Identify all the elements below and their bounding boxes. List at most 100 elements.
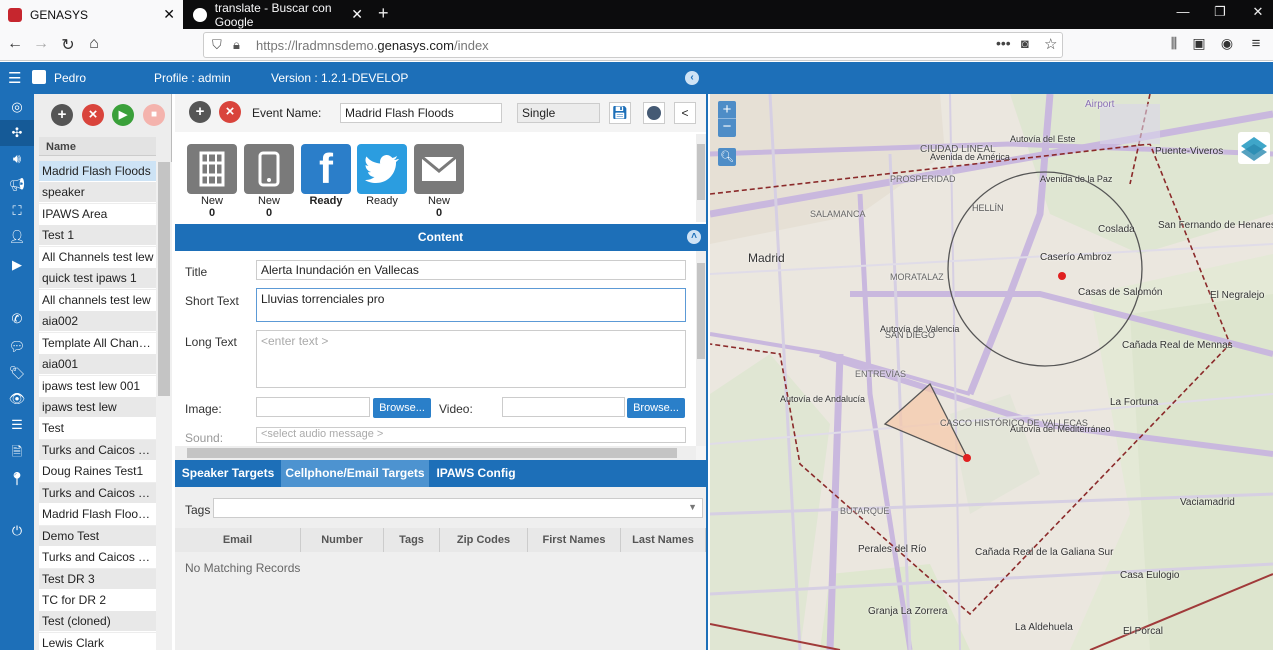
channel-speaker[interactable]: New 0 (186, 144, 238, 219)
play-event-button[interactable]: ▶ (112, 104, 134, 126)
sound-select[interactable]: <select audio message > (256, 427, 686, 443)
library-icon[interactable]: ⫼ (1163, 35, 1185, 52)
sidebar-icon[interactable]: ▣ (1188, 35, 1210, 52)
more-icon[interactable]: ••• (996, 35, 1011, 51)
column-header-tags[interactable]: Tags (384, 528, 440, 552)
image-browse-button[interactable]: Browse... (373, 398, 431, 418)
list-item[interactable]: Test (39, 418, 156, 440)
chevron-up-icon[interactable]: ˄ (687, 230, 701, 244)
list-item[interactable]: quick test ipaws 1 (39, 268, 156, 290)
panel-separator[interactable] (706, 62, 708, 650)
account-icon[interactable]: ◉ (1216, 35, 1238, 52)
remove-channel-button[interactable]: × (219, 101, 241, 123)
column-header-last-names[interactable]: Last Names (621, 528, 706, 552)
video-browse-button[interactable]: Browse... (627, 398, 685, 418)
video-input[interactable] (502, 397, 625, 417)
close-tab-icon[interactable]: ✕ (351, 6, 363, 23)
add-channel-button[interactable]: + (189, 101, 211, 123)
megaphone-icon[interactable]: 📢︎ (0, 172, 34, 198)
lock-icon[interactable]: 🔒︎ (233, 37, 240, 53)
list-item[interactable]: Test DR 3 (39, 568, 156, 590)
list-item[interactable]: Doug Raines Test1 (39, 461, 156, 483)
image-input[interactable] (256, 397, 370, 417)
collapse-panel-icon[interactable]: ‹ (685, 71, 699, 85)
column-header-number[interactable]: Number (301, 528, 384, 552)
title-input[interactable]: Alerta Inundación en Vallecas (256, 260, 686, 280)
tab-cellphone-email-targets[interactable]: Cellphone/Email Targets (281, 460, 429, 487)
speaker-nav-icon[interactable]: 🔊︎ (0, 146, 34, 172)
save-icon[interactable]: 💾︎ (609, 102, 631, 124)
short-text-input[interactable]: Lluvias torrenciales pro (256, 288, 686, 322)
list-item[interactable]: Turks and Caicos Test (39, 547, 156, 569)
list-item[interactable]: speaker (39, 182, 156, 204)
channel-scroll-thumb[interactable] (697, 144, 705, 200)
form-hscroll-thumb[interactable] (187, 448, 677, 458)
stop-event-button[interactable]: ■ (143, 104, 165, 126)
form-scroll-thumb[interactable] (697, 263, 705, 359)
shield-icon[interactable]: ⛉ (212, 37, 222, 53)
close-tab-icon[interactable]: ✕ (163, 6, 175, 23)
browser-tab-active[interactable]: GENASYS ✕ (0, 0, 183, 29)
layers-button[interactable] (1238, 132, 1270, 164)
eye-icon[interactable]: 👁︎ (0, 386, 34, 412)
channel-facebook[interactable]: f Ready (300, 144, 352, 207)
zoom-in-button[interactable]: + (718, 101, 736, 119)
form-scrollbar[interactable] (696, 251, 706, 446)
list-item[interactable]: Lewis Clark (39, 632, 156, 654)
list-icon[interactable]: ☰ (0, 412, 34, 438)
long-text-input[interactable]: <enter text > (256, 330, 686, 388)
list-item[interactable]: All channels test lew (39, 289, 156, 311)
list-item[interactable]: Turks and Caicos Test (39, 482, 156, 504)
event-name-input[interactable]: Madrid Flash Floods (340, 103, 502, 123)
location-pin-icon[interactable]: 📍︎ (0, 466, 34, 492)
zoom-out-button[interactable]: − (718, 119, 736, 137)
list-item[interactable]: Turks and Caicos Test (39, 439, 156, 461)
minimize-icon[interactable]: — (1168, 4, 1198, 19)
form-hscrollbar[interactable] (175, 446, 696, 460)
channel-twitter[interactable]: Ready (356, 144, 408, 207)
list-column-header[interactable]: Name (39, 137, 156, 156)
tab-speaker-targets[interactable]: Speaker Targets (175, 460, 281, 487)
home-icon[interactable]: ⌂ (83, 35, 105, 53)
chat-icon[interactable]: 💬︎ (0, 334, 34, 360)
close-window-icon[interactable]: ✕ (1243, 4, 1273, 20)
list-item[interactable]: All Channels test lew (39, 246, 156, 268)
play-icon[interactable]: ▶ (0, 252, 34, 278)
document-icon[interactable]: 🗎︎ (0, 439, 34, 465)
tab-ipaws-config[interactable]: IPAWS Config (429, 460, 523, 487)
mode-select[interactable]: Single (517, 103, 600, 123)
collapse-button[interactable]: < (674, 102, 696, 124)
reload-icon[interactable]: ↻ (57, 35, 79, 55)
column-header-first-names[interactable]: First Names (528, 528, 621, 552)
power-icon[interactable]: ⏻ (0, 518, 34, 544)
list-item[interactable]: Template All Channels (39, 332, 156, 354)
content-section-header[interactable]: Content ˄ (175, 224, 706, 251)
phone-nav-icon[interactable]: ✆ (0, 306, 34, 332)
new-tab-button[interactable]: + (378, 3, 389, 24)
list-item[interactable]: Madrid Flash Floods (39, 161, 156, 182)
list-item[interactable]: Test (cloned) (39, 611, 156, 633)
list-scroll-thumb[interactable] (158, 162, 170, 396)
list-item[interactable]: aia002 (39, 311, 156, 333)
channel-scrollbar[interactable] (696, 134, 706, 222)
forward-icon[interactable]: → (30, 35, 52, 53)
list-item[interactable]: IPAWS Area (39, 203, 156, 225)
bookmark-star-icon[interactable]: ☆ (1044, 35, 1057, 53)
browser-tab-google[interactable]: translate - Buscar con Google ✕ (185, 0, 371, 29)
channel-phone[interactable]: New 0 (243, 144, 295, 219)
list-scrollbar[interactable] (156, 162, 172, 650)
tags-select[interactable]: ▼ (213, 498, 703, 518)
column-header-email[interactable]: Email (175, 528, 301, 552)
target-icon[interactable]: ◎ (0, 94, 34, 120)
zoom-search-icon[interactable]: 🔍︎ (718, 148, 736, 166)
list-item[interactable]: ipaws test lew (39, 396, 156, 418)
channel-email[interactable]: New 0 (413, 144, 465, 219)
list-item[interactable]: Madrid Flash Flood Template (39, 504, 156, 526)
hamburger-menu-icon[interactable]: ☰ (8, 69, 21, 87)
map-view[interactable]: + − 🔍︎ Airport CIUDAD LINEAL PROSPERIDAD SA… (710, 94, 1273, 650)
column-header-zip-codes[interactable]: Zip Codes (440, 528, 528, 552)
hierarchy-icon[interactable]: ⛶ (0, 198, 34, 224)
list-item[interactable]: Test 1 (39, 225, 156, 247)
pocket-icon[interactable]: ◙ (1021, 36, 1029, 51)
address-bar[interactable]: ⛉ 🔒︎ https://lradmnsdemo.genasys.com/ind… (203, 32, 1063, 58)
